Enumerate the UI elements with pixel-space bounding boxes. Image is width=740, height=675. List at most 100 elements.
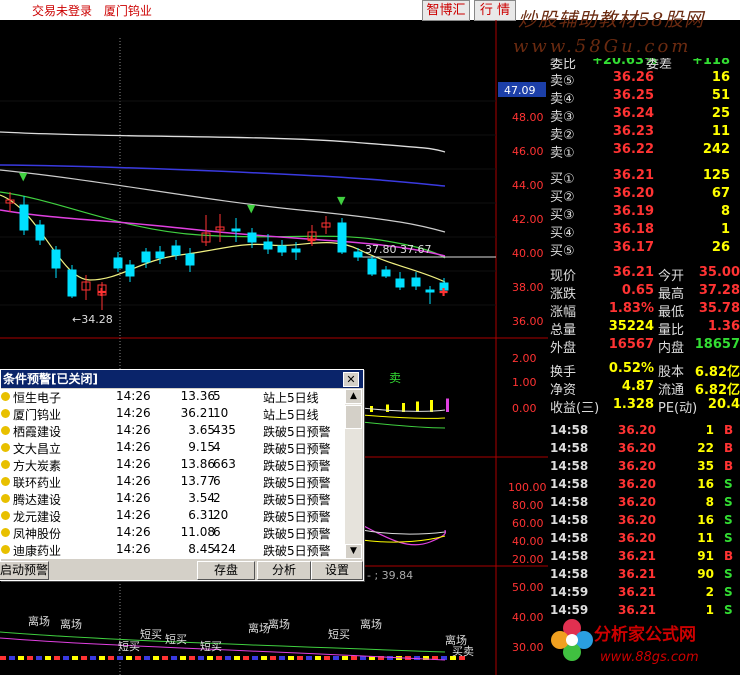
alert-bell-icon bbox=[1, 545, 10, 554]
ask-row[interactable]: 卖⑤ 36.26 16 bbox=[548, 70, 740, 89]
bottom-bar bbox=[162, 656, 168, 660]
ask-volume: 16 bbox=[711, 70, 730, 85]
stat-row: 涨跌 0.65 最高 37.28 bbox=[548, 283, 740, 302]
bid-row[interactable]: 买③ 36.19 8 bbox=[548, 204, 740, 223]
bottom-signal-label: 买卖 bbox=[452, 645, 474, 658]
analyze-button[interactable]: 分析 bbox=[257, 561, 311, 580]
ask-label: 卖① bbox=[550, 146, 575, 161]
axis-label: 0.00 bbox=[512, 402, 537, 415]
alert-stock-name: 恒生电子 bbox=[13, 391, 62, 405]
bottom-bar bbox=[45, 656, 51, 660]
bid-row[interactable]: 买② 36.20 67 bbox=[548, 186, 740, 205]
bottom-bar bbox=[243, 656, 249, 660]
ask-price: 36.23 bbox=[612, 124, 654, 139]
tick-row[interactable]: 14:58 36.20 35 B bbox=[548, 459, 740, 477]
candle-body bbox=[35, 224, 45, 241]
axis-label: 40.00 bbox=[512, 247, 544, 260]
bid-row[interactable]: 买⑤ 36.17 26 bbox=[548, 240, 740, 259]
tick-row[interactable]: 14:58 36.20 8 S bbox=[548, 495, 740, 513]
ask-volume: 242 bbox=[702, 142, 730, 157]
alert-price: 8.45 bbox=[188, 542, 215, 556]
alert-row[interactable]: 栖霞建设 14:26 3.65 435 跌破5日预警 bbox=[1, 423, 345, 440]
tick-price: 36.21 bbox=[618, 567, 656, 581]
tick-row[interactable]: 14:58 36.20 16 S bbox=[548, 477, 740, 495]
ask-row[interactable]: 卖② 36.23 11 bbox=[548, 124, 740, 143]
indicator-axis: 2.00 1.00 0.00 bbox=[512, 352, 537, 415]
alert-time: 14:26 bbox=[116, 406, 151, 420]
low-annotation: ←34.28 bbox=[72, 313, 113, 326]
alert-volume: 435 bbox=[213, 423, 236, 437]
alert-row[interactable]: 迪康药业 14:26 8.45 424 跌破5日预警 bbox=[1, 542, 345, 559]
bottom-bar bbox=[0, 656, 6, 660]
bottom-bar bbox=[198, 656, 204, 660]
tick-row[interactable]: 14:58 36.20 16 S bbox=[548, 513, 740, 531]
stat-value: 1.328 bbox=[612, 397, 654, 412]
alert-list[interactable]: 恒生电子 14:26 13.36 5 站上5日线 厦门钨业 14:26 36.21 10 站上5日… bbox=[1, 389, 345, 559]
alert-price: 6.31 bbox=[188, 508, 215, 522]
axis-label: 38.00 bbox=[512, 281, 544, 294]
tick-flag: S bbox=[724, 585, 733, 599]
bid-label: 买② bbox=[550, 190, 575, 205]
bottom-panel bbox=[0, 631, 465, 661]
ma-line bbox=[0, 194, 446, 283]
alert-row[interactable]: 厦门钨业 14:26 36.21 10 站上5日线 bbox=[1, 406, 345, 423]
ask-price: 36.24 bbox=[612, 106, 654, 121]
ask-row[interactable]: 卖① 36.22 242 bbox=[548, 142, 740, 161]
candle-body bbox=[381, 269, 391, 277]
mid-annotation: 37.80 37.67 bbox=[365, 243, 431, 256]
tick-row[interactable]: 14:59 36.21 2 S bbox=[548, 585, 740, 603]
tick-row[interactable]: 14:58 36.20 1 B bbox=[548, 423, 740, 441]
alert-row[interactable]: 龙元建设 14:26 6.31 20 跌破5日预警 bbox=[1, 508, 345, 525]
indicator-bar bbox=[416, 401, 419, 412]
alert-row[interactable]: 恒生电子 14:26 13.36 5 站上5日线 bbox=[1, 389, 345, 406]
alert-scrollbar[interactable]: ▲ ▼ bbox=[345, 389, 362, 559]
tick-price: 36.21 bbox=[618, 549, 656, 563]
stat-label: 净资 bbox=[550, 383, 577, 398]
save-button[interactable]: 存盘 bbox=[197, 561, 255, 580]
close-icon[interactable]: ✕ bbox=[343, 372, 359, 387]
scroll-up-icon[interactable]: ▲ bbox=[345, 389, 362, 404]
tick-row[interactable]: 14:58 36.21 90 S bbox=[548, 567, 740, 585]
ma-line bbox=[0, 164, 446, 187]
stock-title: 厦门钨业 bbox=[103, 4, 152, 18]
bottom-bar bbox=[387, 656, 393, 660]
scroll-down-icon[interactable]: ▼ bbox=[345, 544, 362, 559]
login-status[interactable]: 交易未登录 bbox=[32, 4, 92, 18]
stat-label: 最低 bbox=[658, 305, 685, 320]
tick-row[interactable]: 14:58 36.20 11 S bbox=[548, 531, 740, 549]
alert-row[interactable]: 方大炭素 14:26 13.86 663 跌破5日预警 bbox=[1, 457, 345, 474]
stat-label: 总量 bbox=[550, 323, 577, 338]
tick-time: 14:58 bbox=[550, 423, 589, 437]
ask-row[interactable]: 卖④ 36.25 51 bbox=[548, 88, 740, 107]
tick-flag: B bbox=[724, 423, 734, 437]
stat-value: 0.65 bbox=[621, 283, 654, 298]
alert-row[interactable]: 腾达建设 14:26 3.54 2 跌破5日预警 bbox=[1, 491, 345, 508]
start-alert-button[interactable]: 启动预警 bbox=[0, 561, 49, 580]
bid-row[interactable]: 买① 36.21 125 bbox=[548, 168, 740, 187]
bottom-bar bbox=[297, 656, 303, 660]
bid-volume: 1 bbox=[720, 222, 730, 237]
alert-row[interactable]: 凤神股份 14:26 11.08 6 跌破5日预警 bbox=[1, 525, 345, 542]
alert-volume: 663 bbox=[213, 457, 236, 471]
alert-row[interactable]: 联环药业 14:26 13.77 6 跌破5日预警 bbox=[1, 474, 345, 491]
axis-label: 48.00 bbox=[512, 111, 544, 124]
scroll-thumb[interactable] bbox=[345, 405, 362, 429]
bid-row[interactable]: 买④ 36.18 1 bbox=[548, 222, 740, 241]
bid-label: 买④ bbox=[550, 226, 575, 241]
alert-bell-icon bbox=[1, 409, 10, 418]
bottom-signal-label: 离场 bbox=[60, 617, 82, 631]
stat-label: 今开 bbox=[658, 269, 685, 284]
tick-row[interactable]: 14:58 36.20 22 B bbox=[548, 441, 740, 459]
stat-row: 净资 4.87 流通 6.82亿 bbox=[548, 379, 740, 398]
settings-button[interactable]: 设置 bbox=[311, 561, 363, 580]
smart-button[interactable]: 智博汇 bbox=[422, 0, 470, 21]
alert-stock-name: 凤神股份 bbox=[13, 527, 62, 541]
axis-label: 2.00 bbox=[512, 352, 537, 365]
bottom-signal-label: 短买 bbox=[140, 627, 162, 641]
candle-body bbox=[67, 269, 77, 297]
ask-row[interactable]: 卖③ 36.24 25 bbox=[548, 106, 740, 125]
tick-row[interactable]: 14:58 36.21 91 B bbox=[548, 549, 740, 567]
alert-time: 14:26 bbox=[116, 440, 151, 454]
alert-row[interactable]: 文大昌立 14:26 9.15 4 跌破5日预警 bbox=[1, 440, 345, 457]
dialog-titlebar[interactable]: 条件预警[已关闭] ✕ bbox=[1, 370, 363, 388]
